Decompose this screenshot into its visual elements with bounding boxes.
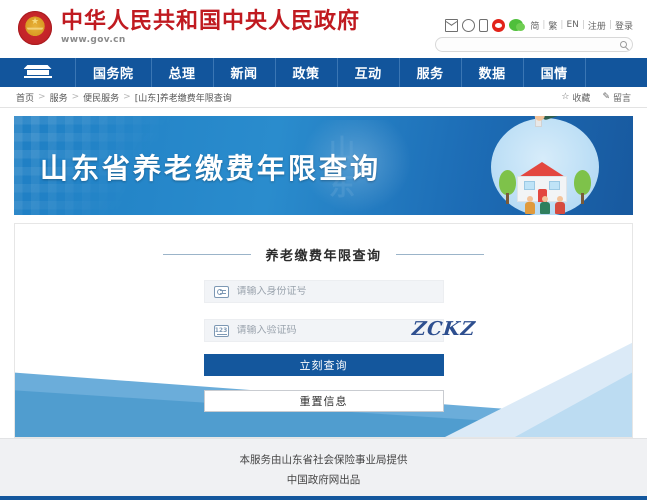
nav-item-zongli[interactable]: 总理 (152, 58, 214, 87)
link-traditional[interactable]: 繁 (548, 19, 557, 32)
id-number-input[interactable] (236, 286, 434, 297)
form-title-row: 养老缴费年限查询 (15, 245, 632, 264)
breadcrumb-item-services[interactable]: 服务 (50, 91, 68, 104)
query-form: 养老缴费年限查询 123 ZCKZ 立刻查询 重置信息 (15, 245, 632, 412)
site-header: 中华人民共和国中央人民政府 www.gov.cn 简 | 繁 | EN | 注册 (0, 0, 647, 58)
search-input[interactable] (436, 44, 632, 58)
tiananmen-home-icon (23, 65, 53, 80)
header-utility-area: 简 | 繁 | EN | 注册 | 登录 (435, 18, 633, 58)
footer-accent-bar (0, 496, 647, 500)
query-form-card: 养老缴费年限查询 123 ZCKZ 立刻查询 重置信息 (14, 223, 633, 438)
link-separator: | (560, 20, 564, 30)
message-button[interactable]: ✎ 留言 (602, 91, 631, 104)
favorite-label: 收藏 (572, 93, 591, 104)
family-house-pension-illustration (485, 116, 605, 215)
star-icon: ☆ (561, 92, 570, 102)
nav-item-hudong[interactable]: 互动 (338, 58, 400, 87)
pencil-icon: ✎ (602, 92, 610, 102)
link-simplified[interactable]: 简 (530, 19, 539, 32)
mobile-icon[interactable] (479, 18, 489, 32)
site-search[interactable] (435, 37, 633, 58)
nav-item-zhengce[interactable]: 政策 (276, 58, 338, 87)
favorite-button[interactable]: ☆ 收藏 (561, 91, 590, 104)
breadcrumb: 首页 > 服务 > 便民服务 > [山东]养老缴费年限查询 ☆ 收藏 ✎ 留言 (0, 87, 647, 108)
breadcrumb-separator: > (38, 92, 46, 102)
national-emblem-icon (18, 10, 52, 45)
mail-icon[interactable] (445, 18, 459, 32)
id-number-field[interactable] (203, 280, 444, 303)
nav-item-guoqing[interactable]: 国情 (524, 58, 586, 87)
link-login[interactable]: 登录 (615, 19, 633, 32)
chat-icon[interactable] (462, 18, 476, 32)
search-icon[interactable] (620, 41, 627, 48)
link-separator: | (608, 20, 612, 30)
page-footer: 本服务由山东省社会保险事业局提供 中国政府网出品 (0, 438, 647, 500)
link-separator: | (542, 20, 546, 30)
breadcrumb-item-current: [山东]养老缴费年限查询 (134, 93, 232, 104)
weibo-icon[interactable] (492, 18, 506, 32)
brand-title: 中华人民共和国中央人民政府 (61, 9, 361, 34)
breadcrumb-item-public-services[interactable]: 便民服务 (83, 91, 119, 104)
breadcrumb-actions: ☆ 收藏 ✎ 留言 (561, 91, 631, 104)
captcha-input[interactable] (236, 325, 434, 336)
hero-banner: 山东省养老缴费年限查询 (14, 116, 633, 215)
reset-form-button[interactable]: 重置信息 (203, 390, 444, 412)
site-brand[interactable]: 中华人民共和国中央人民政府 www.gov.cn (18, 10, 360, 45)
nav-home-button[interactable] (0, 58, 76, 87)
message-label: 留言 (612, 93, 631, 104)
banner-title: 山东省养老缴费年限查询 (40, 152, 382, 185)
link-register[interactable]: 注册 (588, 19, 606, 32)
footer-provider-line: 本服务由山东省社会保险事业局提供 (239, 454, 408, 466)
page-root: 中华人民共和国中央人民政府 www.gov.cn 简 | 繁 | EN | 注册 (0, 0, 647, 500)
nav-item-xinwen[interactable]: 新闻 (214, 58, 276, 87)
footer-producer-line: 中国政府网出品 (286, 474, 361, 486)
nav-item-shuju[interactable]: 数据 (462, 58, 524, 87)
breadcrumb-separator: > (71, 92, 80, 102)
breadcrumb-separator: > (123, 92, 131, 102)
header-links: 简 | 繁 | EN | 注册 | 登录 (530, 19, 633, 32)
title-rule-left (163, 254, 252, 255)
link-separator: | (581, 20, 585, 30)
captcha-image[interactable]: ZCKZ (407, 315, 482, 343)
breadcrumb-item-home[interactable]: 首页 (16, 91, 34, 104)
link-english[interactable]: EN (566, 20, 578, 30)
captcha-row: 123 ZCKZ (15, 318, 632, 342)
nav-item-guowuyuan[interactable]: 国务院 (76, 58, 152, 87)
nav-item-fuwu[interactable]: 服务 (400, 58, 462, 87)
id-card-icon (213, 285, 229, 298)
title-rule-right (395, 254, 484, 255)
brand-url: www.gov.cn (61, 35, 126, 46)
numbers-icon: 123 (213, 324, 229, 337)
wechat-icon[interactable] (509, 19, 526, 31)
brand-text: 中华人民共和国中央人民政府 www.gov.cn (61, 10, 360, 45)
submit-query-button[interactable]: 立刻查询 (203, 354, 444, 376)
form-title: 养老缴费年限查询 (265, 249, 382, 264)
main-navigation: 国务院 总理 新闻 政策 互动 服务 数据 国情 (0, 58, 647, 87)
utility-row: 简 | 繁 | EN | 注册 | 登录 (435, 18, 633, 32)
